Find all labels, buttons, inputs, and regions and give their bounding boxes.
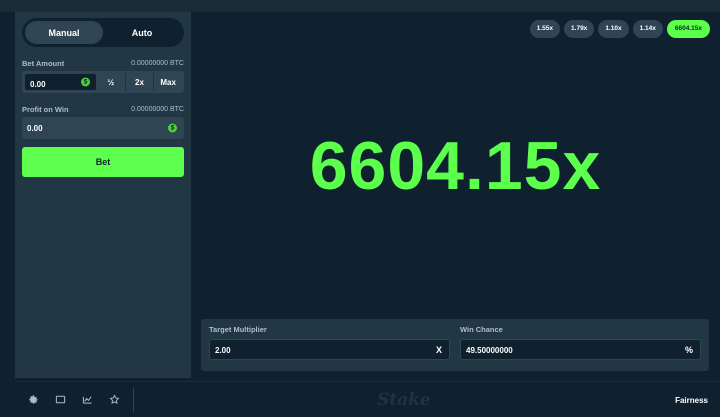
win-chance-input[interactable] xyxy=(461,341,700,360)
multiplier-x-icon: X xyxy=(435,344,442,355)
win-chance-field: % xyxy=(460,339,701,360)
target-multiplier-field: X xyxy=(209,339,450,360)
bet-button[interactable]: Bet xyxy=(22,147,184,177)
bet-amount-row: $ ½ 2x Max xyxy=(22,71,184,93)
percent-icon: % xyxy=(684,344,693,355)
history-pill[interactable]: 1.79x xyxy=(564,20,595,38)
half-bet-button[interactable]: ½ xyxy=(97,73,125,91)
target-multiplier-input[interactable] xyxy=(210,341,449,360)
currency-coin-icon: $ xyxy=(81,77,90,87)
result-history: 1.55x 1.79x 1.10x 1.14x 6604.15x xyxy=(529,20,710,38)
top-strip xyxy=(0,0,720,12)
bet-amount-label: Bet Amount xyxy=(22,58,65,68)
bet-sidebar: Manual Auto Bet Amount 0.00000000 BTC $ … xyxy=(15,12,191,378)
theatre-mode-icon[interactable] xyxy=(54,394,67,407)
settings-icon[interactable] xyxy=(27,394,40,407)
target-multiplier-label: Target Multiplier xyxy=(209,325,267,334)
bet-amount-crypto: 0.00000000 BTC xyxy=(131,59,184,67)
favorite-star-icon[interactable] xyxy=(108,394,121,407)
tab-manual[interactable]: Manual xyxy=(25,21,103,44)
target-multiplier-group: Target Multiplier X xyxy=(209,325,450,365)
settings-panel: Target Multiplier X Win Chance % xyxy=(201,319,709,371)
profit-header: Profit on Win 0.00000000 BTC xyxy=(22,103,184,115)
tab-auto[interactable]: Auto xyxy=(103,21,181,44)
profit-on-win-input[interactable] xyxy=(22,117,184,139)
history-pill[interactable]: 1.14x xyxy=(632,20,663,38)
game-area: 1.55x 1.79x 1.10x 1.14x 6604.15x 6604.15… xyxy=(191,12,720,378)
stats-icon[interactable] xyxy=(81,394,94,407)
profit-on-win-label: Profit on Win xyxy=(22,104,69,114)
win-chance-label: Win Chance xyxy=(460,325,503,334)
fairness-link[interactable]: Fairness xyxy=(675,396,708,405)
mode-toggle: Manual Auto xyxy=(22,18,184,47)
app-root: Manual Auto Bet Amount 0.00000000 BTC $ … xyxy=(0,0,720,417)
max-bet-button[interactable]: Max xyxy=(153,73,182,91)
result-multiplier: 6604.15x xyxy=(309,128,602,204)
game-footer: Stake Fairness xyxy=(15,381,720,417)
win-chance-group: Win Chance % xyxy=(460,325,701,365)
profit-field: $ xyxy=(22,117,184,139)
double-bet-button[interactable]: 2x xyxy=(124,73,154,91)
footer-divider xyxy=(133,388,134,412)
profit-crypto: 0.00000000 BTC xyxy=(131,105,184,113)
history-pill-latest[interactable]: 6604.15x xyxy=(666,20,710,38)
stake-logo: Stake xyxy=(377,390,431,410)
bet-amount-header: Bet Amount 0.00000000 BTC xyxy=(22,57,184,69)
footer-icon-bar xyxy=(27,394,121,407)
currency-coin-icon: $ xyxy=(168,123,177,133)
history-pill[interactable]: 1.10x xyxy=(598,20,629,38)
bet-amount-field: $ xyxy=(24,73,97,93)
history-pill[interactable]: 1.55x xyxy=(529,20,561,38)
